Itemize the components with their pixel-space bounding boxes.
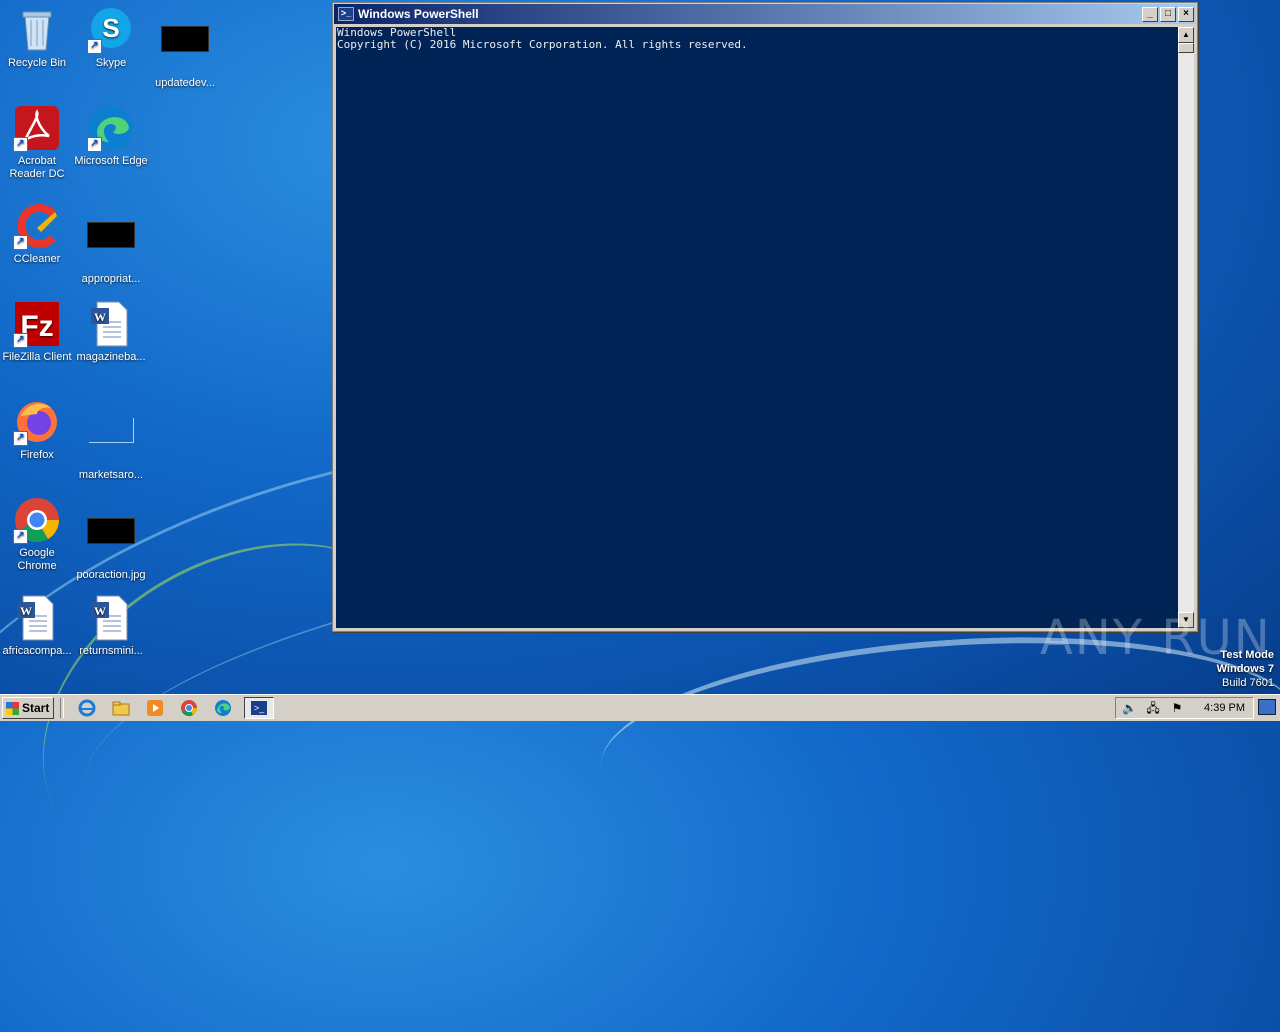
skype-icon: S ↗ <box>87 6 135 54</box>
vertical-scrollbar[interactable]: ▲ ▼ <box>1178 27 1194 628</box>
test-mode-label: Test Mode <box>1220 649 1274 661</box>
shortcut-arrow-icon: ↗ <box>13 431 28 446</box>
desktop-icon-label: Google Chrome <box>17 547 57 572</box>
desktop-icon-label: CCleaner <box>13 253 61 265</box>
recycle-bin-icon <box>13 6 61 54</box>
desktop-icon-skype[interactable]: S ↗ Skype <box>74 6 148 70</box>
desktop-icon-filezilla[interactable]: Fz ↗ FileZilla Client <box>0 300 74 364</box>
start-label: Start <box>22 701 50 715</box>
build-label: Build 7601 <box>1222 677 1274 689</box>
scroll-up-button[interactable]: ▲ <box>1178 27 1194 43</box>
desktop-icon-label: magazineba... <box>76 351 146 363</box>
word-document-icon: W <box>13 594 61 642</box>
desktop-icon-label: marketsaro... <box>78 469 144 481</box>
blank-thumbnail-icon <box>87 418 135 466</box>
internet-explorer-icon[interactable] <box>77 698 97 718</box>
chrome-icon: ↗ <box>13 496 61 544</box>
desktop-icon-africacompa[interactable]: W africacompa... <box>0 594 74 658</box>
powershell-taskbar-icon: >_ <box>251 701 267 715</box>
edge-icon: ↗ <box>87 104 135 152</box>
word-document-icon: W <box>87 594 135 642</box>
taskbar: Start >_ 🔈 🖧 ⚑ 4:39 PM <box>0 694 1280 721</box>
volume-icon[interactable]: 🔈 <box>1122 701 1137 715</box>
action-center-flag-icon[interactable]: ⚑ <box>1170 701 1184 715</box>
clock[interactable]: 4:39 PM <box>1204 702 1245 714</box>
desktop-icon-label: updatedev... <box>155 77 215 89</box>
desktop-icon-label: returnsmini... <box>79 645 143 657</box>
filezilla-icon: Fz ↗ <box>13 300 61 348</box>
shortcut-arrow-icon: ↗ <box>87 137 102 152</box>
desktop-icon-edge[interactable]: ↗ Microsoft Edge <box>74 104 148 168</box>
desktop-icon-chrome[interactable]: ↗ Google Chrome <box>0 496 74 573</box>
windows-logo-icon <box>6 701 19 715</box>
desktop-icon-pooraction[interactable]: pooraction.jpg <box>74 496 148 582</box>
test-mode-watermark: Test Mode Windows 7 Build 7601 <box>1217 648 1274 690</box>
media-player-icon[interactable] <box>145 698 165 718</box>
svg-text:W: W <box>94 310 106 324</box>
desktop-icon-label: Skype <box>95 57 127 69</box>
svg-text:W: W <box>20 604 32 618</box>
scrollbar-thumb[interactable] <box>1178 43 1194 53</box>
start-button[interactable]: Start <box>2 697 54 719</box>
desktop-icon-label: FileZilla Client <box>2 351 72 363</box>
shortcut-arrow-icon: ↗ <box>13 137 28 152</box>
show-desktop-button[interactable] <box>1258 699 1276 715</box>
desktop-icon-ccleaner[interactable]: ↗ CCleaner <box>0 202 74 266</box>
desktop-icon-recycle-bin[interactable]: Recycle Bin <box>0 6 74 70</box>
close-button[interactable]: × <box>1178 6 1194 22</box>
powershell-window[interactable]: >_ Windows PowerShell _ □ × Windows Powe… <box>332 2 1198 632</box>
minimize-button[interactable]: _ <box>1142 6 1158 22</box>
desktop-icon-firefox[interactable]: ↗ Firefox <box>0 398 74 462</box>
network-icon[interactable]: 🖧 <box>1146 701 1160 715</box>
desktop-icon-label: pooraction.jpg <box>76 569 146 581</box>
taskbar-separator <box>60 698 64 718</box>
ccleaner-icon: ↗ <box>13 202 61 250</box>
shortcut-arrow-icon: ↗ <box>13 235 28 250</box>
desktop-icon-label: Acrobat Reader DC <box>9 155 65 180</box>
chrome-taskbar-icon[interactable] <box>179 698 199 718</box>
desktop-icon-label: africacompa... <box>2 645 72 657</box>
os-label: Windows 7 <box>1216 663 1274 675</box>
shortcut-arrow-icon: ↗ <box>87 39 102 54</box>
desktop-icon-updatedev[interactable]: updatedev... <box>148 6 222 90</box>
desktop-icon-label: Recycle Bin <box>7 57 67 69</box>
desktop-icon-label: Firefox <box>20 449 54 461</box>
window-title: Windows PowerShell <box>358 7 479 21</box>
desktop-icon-appropriat[interactable]: appropriat... <box>74 202 148 286</box>
edge-taskbar-icon[interactable] <box>213 698 233 718</box>
black-thumbnail-icon <box>87 518 135 566</box>
powershell-icon: >_ <box>338 7 354 21</box>
desktop-icon-marketsaro[interactable]: marketsaro... <box>74 398 148 482</box>
maximize-button[interactable]: □ <box>1160 6 1176 22</box>
desktop-icon-returnsmini[interactable]: W returnsmini... <box>74 594 148 658</box>
desktop-icon-acrobat[interactable]: ↗ Acrobat Reader DC <box>0 104 74 181</box>
firefox-icon: ↗ <box>13 398 61 446</box>
black-thumbnail-icon <box>87 222 135 270</box>
shortcut-arrow-icon: ↗ <box>13 333 28 348</box>
desktop-icon-magazineba[interactable]: W magazineba... <box>74 300 148 364</box>
svg-text:W: W <box>94 604 106 618</box>
file-explorer-icon[interactable] <box>111 698 131 718</box>
acrobat-icon: ↗ <box>13 104 61 152</box>
desktop-icon-label: appropriat... <box>81 273 141 285</box>
svg-text:S: S <box>102 13 119 43</box>
console-line: Copyright (C) 2016 Microsoft Corporation… <box>337 38 748 51</box>
word-document-icon: W <box>87 300 135 348</box>
system-tray: 🔈 🖧 ⚑ 4:39 PM <box>1115 697 1254 719</box>
window-titlebar[interactable]: >_ Windows PowerShell _ □ × <box>334 4 1196 24</box>
powershell-taskbar-button[interactable]: >_ <box>244 697 274 719</box>
desktop-icon-label: Microsoft Edge <box>74 155 148 167</box>
console-area[interactable]: Windows PowerShell Copyright (C) 2016 Mi… <box>336 27 1178 628</box>
black-thumbnail-icon <box>161 26 209 74</box>
shortcut-arrow-icon: ↗ <box>13 529 28 544</box>
